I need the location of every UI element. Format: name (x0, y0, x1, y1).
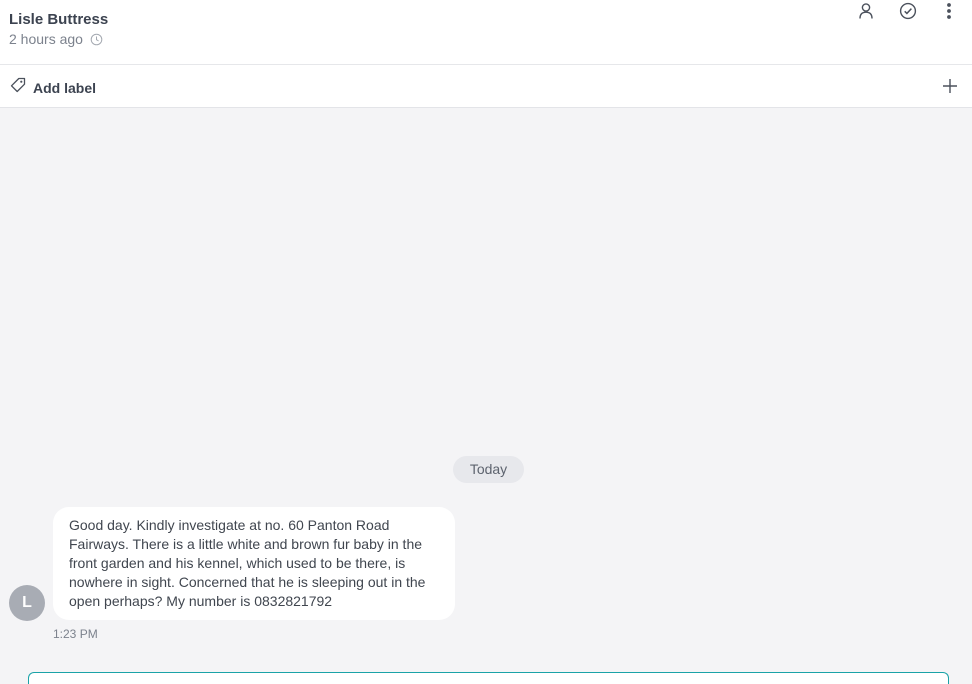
contact-name[interactable]: Lisle Buttress (9, 11, 108, 28)
more-vertical-icon (946, 2, 952, 25)
message-bubble: Good day. Kindly investigate at no. 60 P… (53, 507, 455, 620)
last-seen-row: 2 hours ago (9, 31, 103, 47)
message-composer[interactable] (28, 672, 949, 684)
label-bar: Add label (0, 65, 972, 108)
more-options-button[interactable] (936, 0, 962, 26)
plus-icon (940, 79, 960, 100)
check-circle-icon (899, 2, 917, 25)
resolve-button[interactable] (895, 0, 921, 26)
tag-icon (10, 77, 26, 98)
avatar: L (9, 585, 45, 621)
message-thread[interactable]: Today L Good day. Kindly investigate at … (0, 108, 972, 684)
date-separator: Today (453, 456, 524, 483)
user-icon (857, 2, 875, 25)
add-button[interactable] (940, 76, 960, 96)
add-label-text: Add label (33, 79, 97, 96)
last-seen-text: 2 hours ago (9, 31, 83, 47)
message-timestamp: 1:23 PM (53, 627, 98, 641)
clock-icon (90, 33, 103, 46)
assign-user-button[interactable] (853, 0, 879, 26)
conversation-header: Lisle Buttress 2 hours ago (0, 0, 972, 65)
add-label-button[interactable]: Add label (10, 77, 96, 98)
